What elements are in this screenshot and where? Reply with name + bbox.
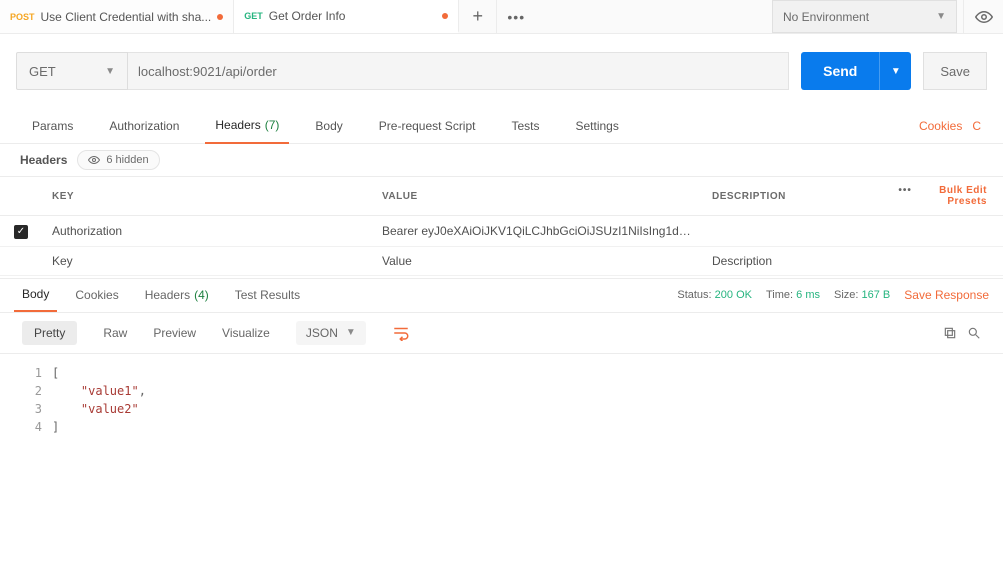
cookies-link[interactable]: Cookies: [919, 119, 962, 133]
presets-link[interactable]: Presets: [947, 196, 987, 207]
eye-icon: [975, 8, 993, 26]
tab-prerequest[interactable]: Pre-request Script: [369, 108, 486, 144]
view-visualize[interactable]: Visualize: [222, 326, 270, 340]
tab-body[interactable]: Body: [305, 108, 352, 144]
method-dropdown[interactable]: GET ▼: [16, 52, 128, 90]
col-value: VALUE: [372, 177, 702, 216]
col-description: DESCRIPTION: [702, 177, 843, 216]
tab-options-button[interactable]: •••: [497, 0, 535, 33]
copy-button[interactable]: [943, 326, 957, 340]
size-value: 167 B: [862, 289, 891, 301]
environment-select[interactable]: No Environment ▼: [772, 0, 957, 33]
status-meta: Status: 200 OK: [677, 289, 752, 301]
url-input[interactable]: [128, 52, 789, 90]
hidden-headers-toggle[interactable]: 6 hidden: [77, 150, 159, 170]
search-button[interactable]: [967, 326, 981, 340]
unsaved-dot-icon: [442, 13, 448, 19]
view-pretty[interactable]: Pretty: [22, 321, 77, 345]
value-input[interactable]: Value: [372, 246, 702, 275]
search-icon: [967, 326, 981, 340]
resp-tab-headers-count: (4): [194, 288, 209, 302]
unsaved-dot-icon: [217, 14, 223, 20]
quick-look-button[interactable]: [963, 0, 1003, 33]
header-value-text: Bearer eyJ0eXAiOiJKV1QiLCJhbGciOiJSUzI1N…: [382, 224, 692, 238]
resp-tab-headers-label: Headers: [145, 288, 190, 302]
copy-icon: [943, 326, 957, 340]
format-dropdown[interactable]: JSON ▼: [296, 321, 366, 345]
request-tab-0[interactable]: POST Use Client Credential with sha...: [0, 0, 234, 33]
response-body[interactable]: 1234 [ "value1", "value2" ]: [0, 354, 1003, 446]
key-input[interactable]: Key: [42, 246, 372, 275]
request-sub-tabs: Params Authorization Headers (7) Body Pr…: [0, 108, 1003, 144]
view-preview[interactable]: Preview: [153, 326, 196, 340]
environment-label: No Environment: [783, 10, 869, 24]
tab-settings[interactable]: Settings: [566, 108, 629, 144]
method-label: POST: [10, 12, 35, 22]
col-key: KEY: [42, 177, 372, 216]
wrap-icon: [392, 325, 410, 341]
body-actions: [943, 326, 981, 340]
bulk-edit-link[interactable]: Bulk Edit: [939, 185, 987, 196]
tabs-row: POST Use Client Credential with sha... G…: [0, 0, 1003, 34]
method-label: GET: [244, 11, 263, 21]
time-meta: Time: 6 ms: [766, 289, 820, 301]
request-tab-1[interactable]: GET Get Order Info: [234, 0, 459, 33]
time-value: 6 ms: [796, 289, 820, 301]
tab-headers[interactable]: Headers (7): [205, 108, 289, 144]
status-value: 200 OK: [715, 289, 752, 301]
column-options-button[interactable]: •••: [898, 185, 912, 196]
resp-tab-headers[interactable]: Headers (4): [137, 278, 217, 312]
resp-tab-cookies[interactable]: Cookies: [67, 278, 126, 312]
url-bar: GET ▼ Send ▼ Save: [0, 34, 1003, 108]
chevron-down-icon: ▼: [346, 327, 356, 338]
table-row-empty: Key Value Description: [0, 246, 1003, 275]
code-content: [ "value1", "value2" ]: [52, 364, 146, 436]
new-tab-button[interactable]: +: [459, 0, 497, 33]
tab-title: Use Client Credential with sha...: [41, 10, 212, 24]
hidden-headers-label: 6 hidden: [106, 154, 148, 166]
headers-label: Headers: [20, 153, 67, 167]
code-link[interactable]: C: [972, 119, 981, 133]
resp-tab-testresults[interactable]: Test Results: [227, 278, 308, 312]
size-meta: Size: 167 B: [834, 289, 890, 301]
status-label: Status:: [677, 289, 711, 301]
tab-headers-label: Headers: [215, 118, 260, 132]
response-bar: Body Cookies Headers (4) Test Results St…: [0, 278, 1003, 312]
row-checkbox[interactable]: ✓: [14, 225, 28, 239]
tab-title: Get Order Info: [269, 9, 436, 23]
send-dropdown-button[interactable]: ▼: [879, 52, 911, 90]
save-button[interactable]: Save: [923, 52, 987, 90]
header-description[interactable]: [702, 216, 1003, 247]
header-value[interactable]: Bearer eyJ0eXAiOiJKV1QiLCJhbGciOiJSUzI1N…: [372, 216, 702, 247]
method-value: GET: [29, 64, 56, 79]
body-toolbar: Pretty Raw Preview Visualize JSON ▼: [0, 312, 1003, 354]
tab-authorization[interactable]: Authorization: [99, 108, 189, 144]
wrap-lines-button[interactable]: [392, 325, 410, 341]
size-label: Size:: [834, 289, 858, 301]
format-label: JSON: [306, 326, 338, 340]
headers-table: KEY VALUE DESCRIPTION ••• Bulk Edit Pres…: [0, 176, 1003, 276]
time-label: Time:: [766, 289, 793, 301]
eye-icon: [88, 154, 100, 166]
resp-tab-body[interactable]: Body: [14, 278, 57, 312]
tab-tests[interactable]: Tests: [501, 108, 549, 144]
chevron-down-icon: ▼: [936, 11, 946, 22]
headers-strip: Headers 6 hidden: [0, 144, 1003, 176]
chevron-down-icon: ▼: [105, 66, 115, 77]
line-gutter: 1234: [0, 364, 52, 436]
save-response-link[interactable]: Save Response: [904, 288, 989, 302]
tab-headers-count: (7): [265, 118, 280, 132]
view-raw[interactable]: Raw: [103, 326, 127, 340]
description-input[interactable]: Description: [702, 246, 1003, 275]
header-key[interactable]: Authorization: [42, 216, 372, 247]
table-row: ✓ Authorization Bearer eyJ0eXAiOiJKV1QiL…: [0, 216, 1003, 247]
send-button[interactable]: Send: [801, 52, 879, 90]
tab-params[interactable]: Params: [22, 108, 83, 144]
